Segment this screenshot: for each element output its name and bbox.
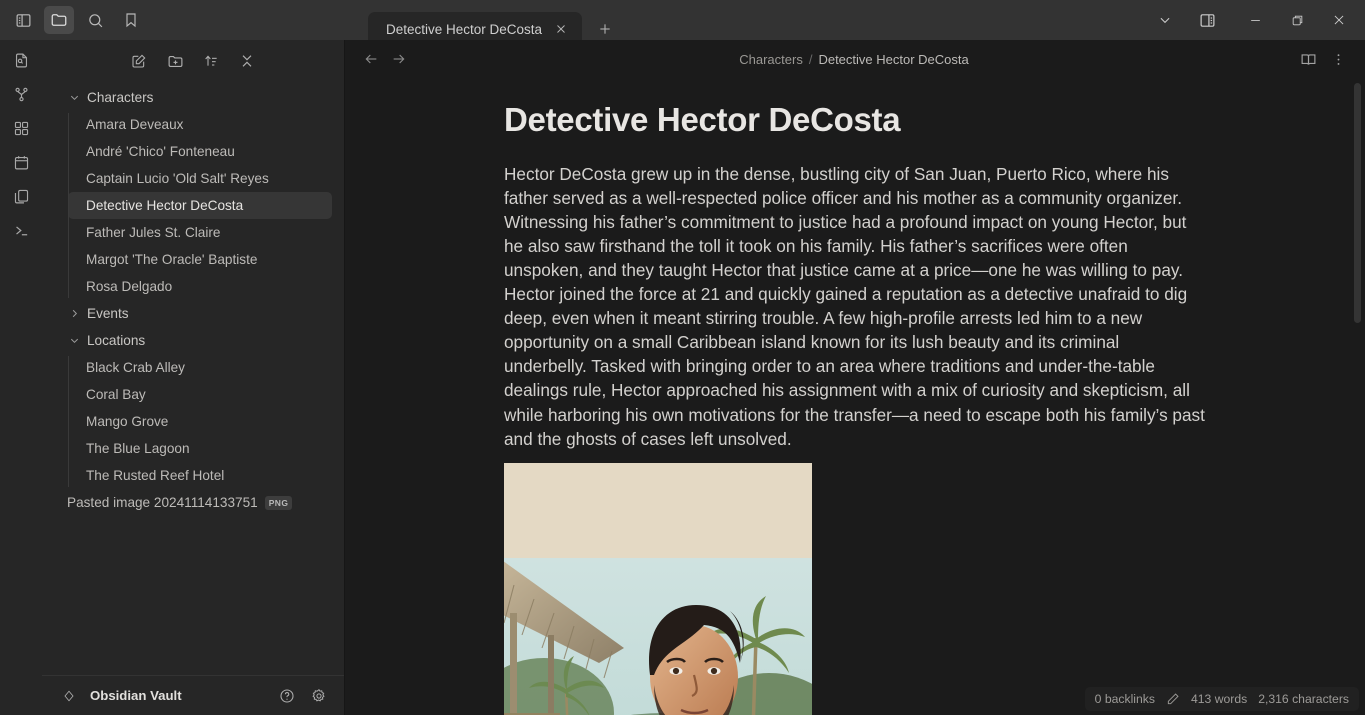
- status-bar: 0 backlinks 413 words 2,316 characters: [1085, 687, 1359, 711]
- graph-view-icon[interactable]: [6, 80, 36, 108]
- file-label: The Blue Lagoon: [86, 441, 190, 456]
- file-explorer-toolbar: [42, 40, 344, 74]
- file-explorer-sidebar: Characters Amara Deveaux André 'Chico' F…: [42, 40, 344, 715]
- file-mango-grove[interactable]: Mango Grove: [68, 408, 332, 435]
- folder-label: Events: [87, 306, 129, 321]
- file-label: Mango Grove: [86, 414, 168, 429]
- word-count[interactable]: 413 words: [1191, 692, 1247, 706]
- toggle-right-sidebar-icon[interactable]: [1187, 0, 1227, 40]
- new-folder-icon[interactable]: [162, 49, 188, 73]
- tab-bar: Detective Hector DeCosta: [344, 0, 1145, 40]
- close-window-icon[interactable]: [1319, 0, 1359, 40]
- chevron-down-icon: [67, 335, 81, 346]
- folder-label: Characters: [87, 90, 153, 105]
- daily-note-icon[interactable]: [6, 148, 36, 176]
- app-body: Characters Amara Deveaux André 'Chico' F…: [0, 40, 1365, 715]
- file-label: Pasted image 20241114133751: [67, 495, 258, 510]
- obsidian-diamond-icon: [58, 685, 80, 707]
- sort-icon[interactable]: [198, 49, 224, 73]
- title-bar: Detective Hector DeCosta: [0, 0, 1365, 40]
- vault-name[interactable]: Obsidian Vault: [90, 688, 266, 703]
- chevron-down-icon[interactable]: [1145, 0, 1185, 40]
- canvas-icon[interactable]: [6, 114, 36, 142]
- maximize-icon[interactable]: [1277, 0, 1317, 40]
- left-ribbon: [0, 40, 42, 715]
- chevron-down-icon: [67, 92, 81, 103]
- folder-events[interactable]: Events: [48, 300, 338, 327]
- file-tree: Characters Amara Deveaux André 'Chico' F…: [42, 74, 344, 675]
- folder-locations[interactable]: Locations: [48, 327, 338, 354]
- file-detective-hector-decosta[interactable]: Detective Hector DeCosta: [68, 192, 332, 219]
- main-view: Characters / Detective Hector DeCosta: [344, 40, 1365, 715]
- view-header-actions: [1295, 46, 1351, 72]
- quick-switcher-icon[interactable]: [6, 46, 36, 74]
- help-icon[interactable]: [276, 685, 298, 707]
- new-note-icon[interactable]: [126, 49, 152, 73]
- breadcrumb-separator: /: [809, 52, 813, 67]
- folder-label: Locations: [87, 333, 145, 348]
- templates-icon[interactable]: [6, 182, 36, 210]
- more-options-icon[interactable]: [1325, 46, 1351, 72]
- note-paragraph: Hector DeCosta grew up in the dense, bus…: [504, 162, 1206, 451]
- gear-icon[interactable]: [308, 685, 330, 707]
- folder-icon[interactable]: [44, 6, 74, 34]
- close-icon[interactable]: [552, 20, 570, 38]
- reading-view-icon[interactable]: [1295, 46, 1321, 72]
- new-tab-icon[interactable]: [592, 16, 618, 42]
- navigate-forward-icon[interactable]: [385, 46, 413, 72]
- vault-bar: Obsidian Vault: [42, 675, 344, 715]
- backlinks-count[interactable]: 0 backlinks: [1095, 692, 1155, 706]
- file-coral-bay[interactable]: Coral Bay: [68, 381, 332, 408]
- file-label: Coral Bay: [86, 387, 146, 402]
- breadcrumb: Characters / Detective Hector DeCosta: [413, 52, 1295, 67]
- chevron-right-icon: [67, 308, 81, 319]
- titlebar-left-icons: [0, 0, 344, 40]
- file-the-blue-lagoon[interactable]: The Blue Lagoon: [68, 435, 332, 462]
- file-label: The Rusted Reef Hotel: [86, 468, 224, 483]
- file-black-crab-alley[interactable]: Black Crab Alley: [68, 354, 332, 381]
- vertical-scrollbar[interactable]: [1354, 83, 1361, 323]
- minimize-icon[interactable]: [1235, 0, 1275, 40]
- view-header: Characters / Detective Hector DeCosta: [345, 40, 1365, 78]
- note-embedded-image[interactable]: [504, 463, 812, 715]
- file-andre-chico-fonteneau[interactable]: André 'Chico' Fonteneau: [68, 138, 332, 165]
- file-father-jules-st-claire[interactable]: Father Jules St. Claire: [68, 219, 332, 246]
- file-rosa-delgado[interactable]: Rosa Delgado: [68, 273, 332, 300]
- folder-locations-children: Black Crab Alley Coral Bay Mango Grove T…: [68, 354, 344, 489]
- file-label: Margot 'The Oracle' Baptiste: [86, 252, 257, 267]
- file-label: Amara Deveaux: [86, 117, 183, 132]
- navigate-back-icon[interactable]: [357, 46, 385, 72]
- file-amara-deveaux[interactable]: Amara Deveaux: [68, 111, 332, 138]
- file-label: André 'Chico' Fonteneau: [86, 144, 235, 159]
- folder-characters-children: Amara Deveaux André 'Chico' Fonteneau Ca…: [68, 111, 344, 300]
- collapse-all-icon[interactable]: [234, 49, 260, 73]
- file-margot-the-oracle-baptiste[interactable]: Margot 'The Oracle' Baptiste: [68, 246, 332, 273]
- folder-characters[interactable]: Characters: [48, 84, 338, 111]
- toggle-left-sidebar-icon[interactable]: [8, 6, 38, 34]
- terminal-icon[interactable]: [6, 216, 36, 244]
- file-label: Father Jules St. Claire: [86, 225, 220, 240]
- file-the-rusted-reef-hotel[interactable]: The Rusted Reef Hotel: [68, 462, 332, 489]
- file-label: Rosa Delgado: [86, 279, 172, 294]
- file-label: Detective Hector DeCosta: [86, 198, 243, 213]
- bookmark-icon[interactable]: [116, 6, 146, 34]
- tab-title: Detective Hector DeCosta: [386, 22, 542, 37]
- note-document: Detective Hector DeCosta Hector DeCosta …: [504, 78, 1206, 715]
- character-count[interactable]: 2,316 characters: [1258, 692, 1349, 706]
- breadcrumb-parent[interactable]: Characters: [739, 52, 803, 67]
- breadcrumb-current[interactable]: Detective Hector DeCosta: [818, 52, 968, 67]
- obsidian-window: Detective Hector DeCosta: [0, 0, 1365, 715]
- window-controls: [1145, 0, 1365, 40]
- page-title: Detective Hector DeCosta: [504, 100, 1206, 140]
- file-captain-lucio-old-salt-reyes[interactable]: Captain Lucio 'Old Salt' Reyes: [68, 165, 332, 192]
- file-pasted-image[interactable]: Pasted image 20241114133751 PNG: [48, 489, 338, 516]
- note-content-area[interactable]: Detective Hector DeCosta Hector DeCosta …: [345, 78, 1365, 715]
- search-icon[interactable]: [80, 6, 110, 34]
- file-label: Captain Lucio 'Old Salt' Reyes: [86, 171, 269, 186]
- file-label: Black Crab Alley: [86, 360, 185, 375]
- edit-pencil-icon[interactable]: [1166, 692, 1180, 706]
- file-extension-badge: PNG: [265, 496, 293, 510]
